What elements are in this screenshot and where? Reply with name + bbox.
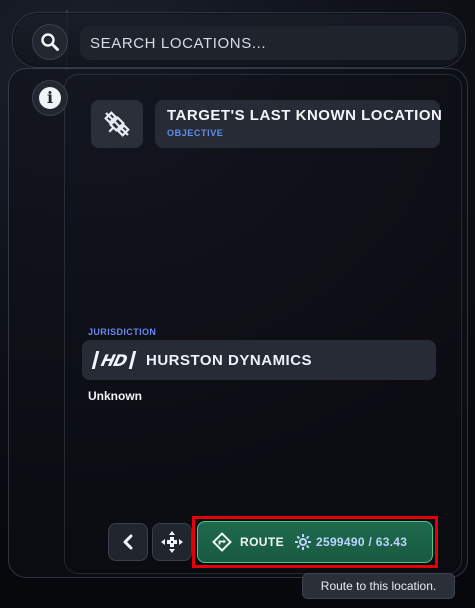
search-icon (41, 33, 59, 51)
route-tooltip: Route to this location. (302, 573, 455, 599)
jurisdiction-bar: HD HURSTON DYNAMICS (82, 340, 436, 380)
jurisdiction-name: HURSTON DYNAMICS (146, 351, 313, 369)
objective-subtitle: OBJECTIVE (167, 128, 224, 138)
satellite-icon (104, 111, 130, 137)
chevron-left-icon (123, 534, 133, 550)
jurisdiction-status: Unknown (88, 389, 142, 403)
back-button[interactable] (108, 523, 148, 561)
jurisdiction-label: JURISDICTION (88, 327, 157, 337)
location-details-frame (64, 74, 462, 574)
hurston-logo: HD (91, 350, 137, 370)
hurston-logo-text: HD (99, 350, 129, 370)
objective-title: TARGET'S LAST KNOWN LOCATION (167, 107, 443, 124)
highlight-box (192, 516, 438, 568)
info-icon: i (39, 87, 61, 109)
navigate-button[interactable] (152, 523, 192, 561)
search-button[interactable] (32, 24, 68, 60)
objective-icon-tile (91, 100, 143, 148)
objective-card[interactable]: TARGET'S LAST KNOWN LOCATION OBJECTIVE (155, 100, 443, 148)
waypoint-icon (161, 531, 183, 553)
info-button[interactable]: i (32, 80, 68, 116)
search-input[interactable] (80, 26, 458, 60)
